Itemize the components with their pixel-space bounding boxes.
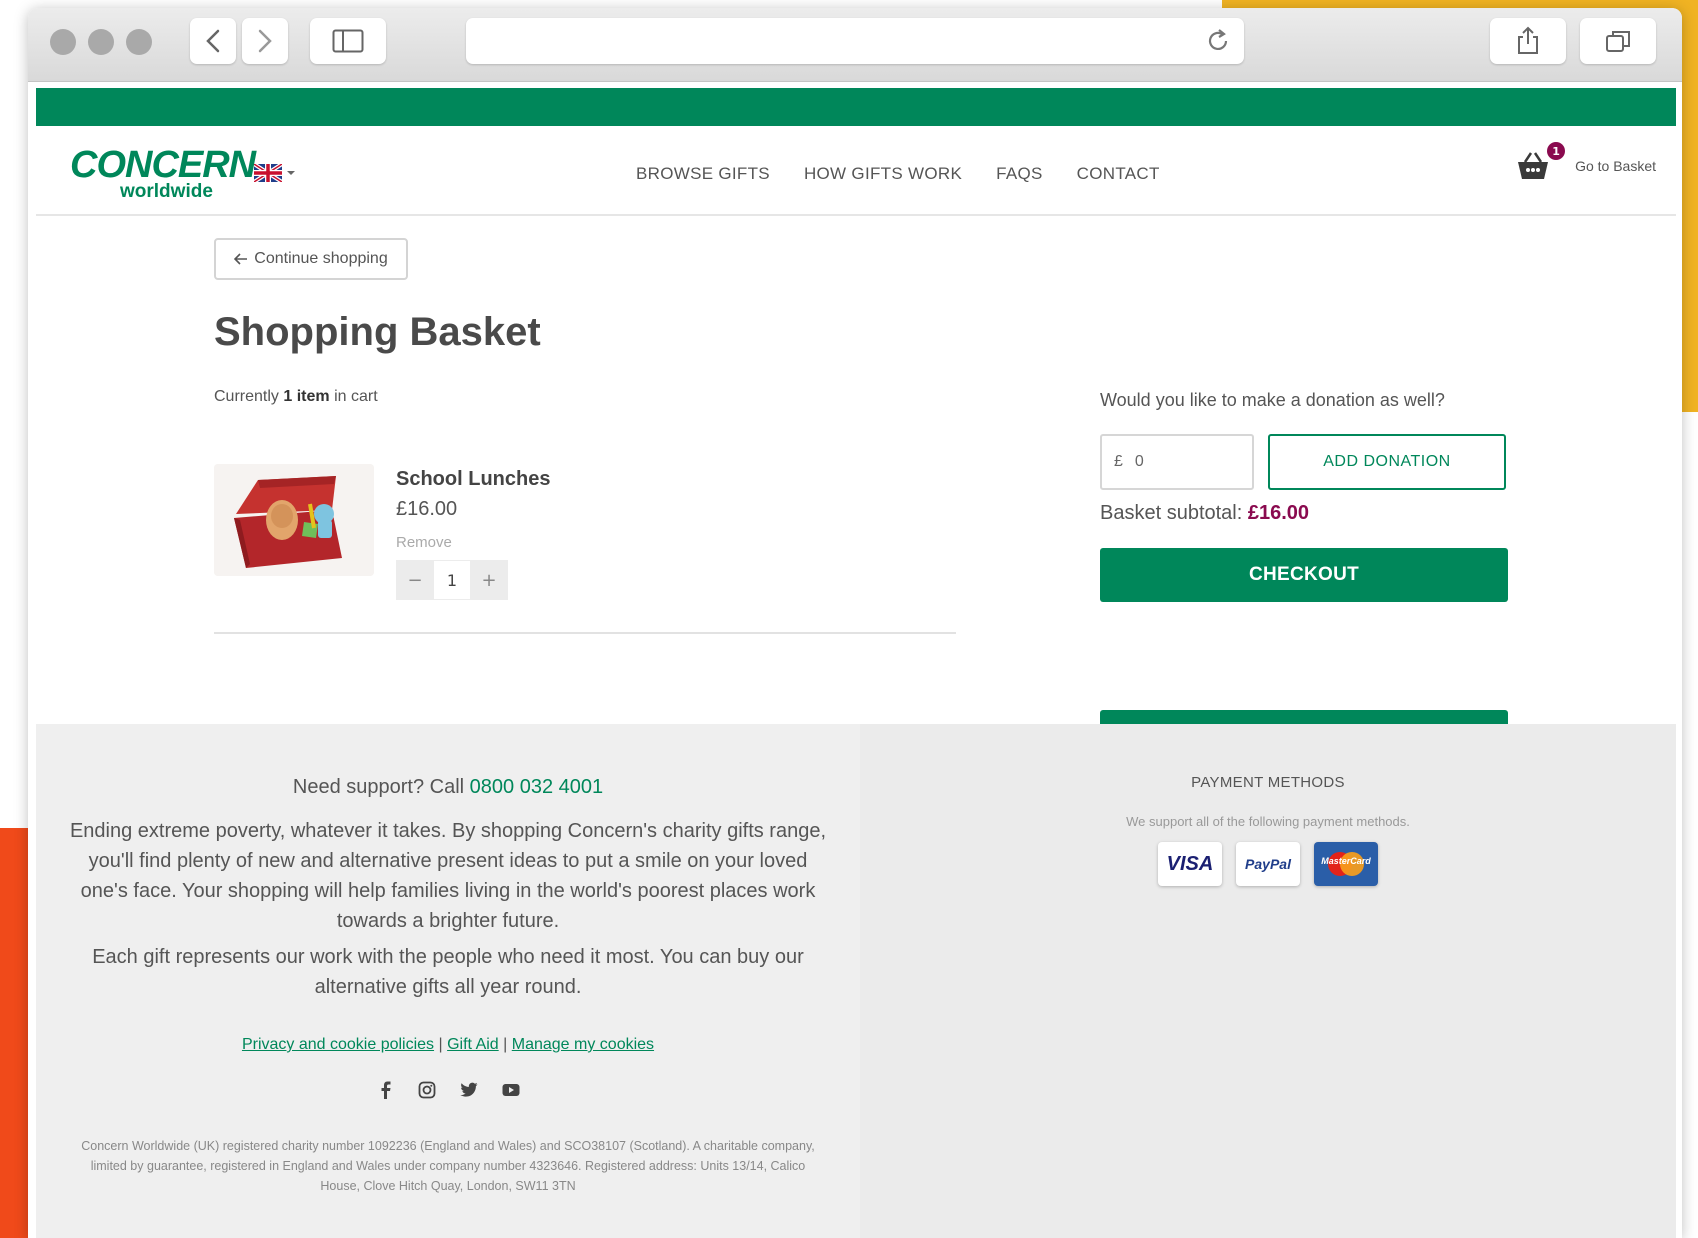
subtotal-label: Basket subtotal:: [1100, 502, 1243, 524]
basket-icon: 1: [1515, 142, 1566, 184]
product-price: £16.00: [396, 498, 458, 520]
social-links: [36, 1080, 860, 1100]
donation-amount-input[interactable]: £ 0: [1100, 434, 1254, 490]
arrow-left-icon: [234, 253, 248, 265]
nav-how-gifts-work[interactable]: HOW GIFTS WORK: [804, 164, 962, 184]
page-title: Shopping Basket: [214, 310, 541, 354]
currency-symbol: £: [1114, 453, 1123, 470]
footer-info: Need support? Call 0800 032 4001 Ending …: [36, 724, 860, 1238]
share-icon: [1518, 26, 1538, 54]
concern-logo[interactable]: CONCERN worldwide: [70, 146, 256, 204]
remove-item-link[interactable]: Remove: [396, 534, 452, 551]
twitter-icon[interactable]: [459, 1080, 479, 1100]
sidebar-icon: [332, 29, 364, 53]
go-to-basket-link[interactable]: 1 Go to Basket: [1515, 142, 1656, 184]
legal-text: Concern Worldwide (UK) registered charit…: [81, 1139, 815, 1193]
back-button[interactable]: [190, 18, 236, 64]
main-navigation: BROWSE GIFTS HOW GIFTS WORK FAQS CONTACT: [636, 164, 1160, 184]
sidebar-toggle-button[interactable]: [310, 18, 386, 64]
footer-paragraph-gifts: Each gift represents our work with the p…: [92, 946, 804, 998]
support-phone-link[interactable]: 0800 032 4001: [470, 776, 603, 798]
donation-question: Would you like to make a donation as wel…: [1100, 390, 1445, 410]
cart-count-suffix: in cart: [334, 388, 378, 405]
tabs-button[interactable]: [1580, 18, 1656, 64]
quantity-value[interactable]: 1: [434, 560, 470, 600]
support-text: Need support? Call: [292, 776, 465, 798]
share-button[interactable]: [1490, 18, 1566, 64]
nav-faqs[interactable]: FAQS: [996, 164, 1043, 184]
product-name[interactable]: School Lunches: [396, 468, 550, 491]
nav-contact[interactable]: CONTACT: [1077, 164, 1160, 184]
top-green-bar: [36, 88, 1676, 126]
youtube-icon[interactable]: [501, 1080, 521, 1100]
web-page: CONCERN worldwide BROWSE GIFTS HOW GIFTS…: [36, 88, 1676, 1238]
language-selector[interactable]: [254, 164, 296, 182]
forward-button[interactable]: [242, 18, 288, 64]
subtotal-amount: £16.00: [1247, 502, 1310, 524]
logo-wordmark: CONCERN: [70, 144, 256, 186]
chevron-right-icon: [258, 29, 272, 53]
mastercard-logo: MasterCard: [1314, 842, 1378, 886]
window-close-dot[interactable]: [50, 29, 76, 55]
product-image: [214, 464, 374, 576]
manage-cookies-link[interactable]: Manage my cookies: [512, 1036, 654, 1053]
browser-window: CONCERN worldwide BROWSE GIFTS HOW GIFTS…: [28, 8, 1682, 1238]
go-to-basket-label: Go to Basket: [1575, 158, 1656, 174]
payment-methods-subtitle: We support all of the following payment …: [1126, 814, 1410, 829]
instagram-icon[interactable]: [417, 1080, 437, 1100]
cart-count-value: 1 item: [283, 388, 330, 405]
footer-payment-methods: PAYMENT METHODS We support all of the fo…: [860, 724, 1676, 1238]
link-separator: |: [503, 1036, 508, 1053]
basket-subtotal: Basket subtotal: £16.00: [1100, 502, 1309, 525]
mastercard-label: MasterCard: [1321, 856, 1371, 866]
support-line: Need support? Call 0800 032 4001: [36, 776, 860, 799]
paypal-logo: PayPal: [1236, 842, 1300, 886]
cart-count-text: Currently 1 item in cart: [214, 388, 378, 406]
quantity-increase-button[interactable]: +: [470, 560, 508, 600]
visa-logo: VISA: [1158, 842, 1222, 886]
link-separator: |: [438, 1036, 443, 1053]
tabs-icon: [1606, 31, 1630, 52]
facebook-icon[interactable]: [375, 1080, 395, 1100]
footer-paragraph-mission: Ending extreme poverty, whatever it take…: [69, 820, 827, 932]
uk-flag-icon: [254, 164, 282, 182]
window-zoom-dot[interactable]: [126, 29, 152, 55]
address-bar[interactable]: [466, 18, 1244, 64]
quantity-stepper: − 1 +: [396, 560, 508, 600]
browser-toolbar: [28, 8, 1682, 82]
checkout-button[interactable]: CHECKOUT: [1100, 548, 1508, 602]
chevron-left-icon: [206, 29, 220, 53]
reload-icon[interactable]: [1204, 27, 1232, 55]
item-divider: [214, 632, 956, 634]
payment-methods-title: PAYMENT METHODS: [1191, 774, 1345, 791]
caret-down-icon: [287, 171, 295, 175]
donation-amount-value: 0: [1134, 453, 1144, 470]
basket-count-badge: 1: [1547, 142, 1566, 160]
payment-card-logos: VISA PayPal MasterCard: [860, 842, 1676, 886]
footer-links: Privacy and cookie policies | Gift Aid |…: [36, 1036, 860, 1054]
continue-shopping-label: Continue shopping: [254, 250, 388, 267]
continue-shopping-button[interactable]: Continue shopping: [214, 238, 408, 280]
add-donation-button[interactable]: ADD DONATION: [1268, 434, 1506, 490]
nav-browse-gifts[interactable]: BROWSE GIFTS: [636, 164, 770, 184]
quantity-decrease-button[interactable]: −: [396, 560, 434, 600]
site-header: CONCERN worldwide BROWSE GIFTS HOW GIFTS…: [36, 126, 1676, 216]
gift-aid-link[interactable]: Gift Aid: [447, 1036, 499, 1053]
privacy-policy-link[interactable]: Privacy and cookie policies: [242, 1036, 434, 1053]
window-minimize-dot[interactable]: [88, 29, 114, 55]
checkout-bottom-strip: [1100, 710, 1508, 724]
cart-count-prefix: Currently: [214, 388, 279, 405]
logo-subtitle: worldwide: [120, 181, 213, 202]
